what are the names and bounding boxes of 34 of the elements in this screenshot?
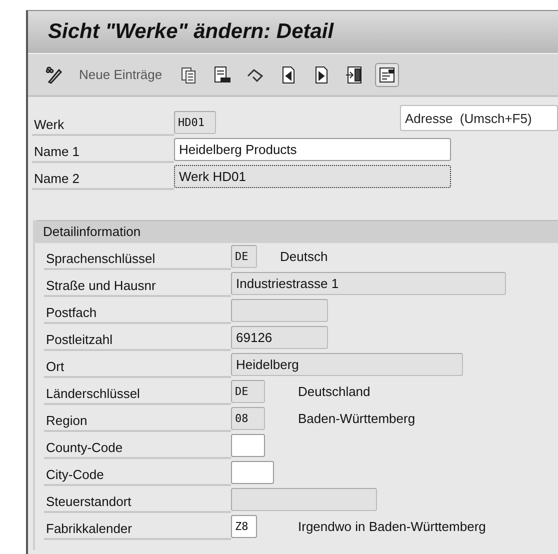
input-field[interactable]: 08 xyxy=(231,407,265,430)
window-title: Sicht "Werke" ändern: Detail xyxy=(48,20,334,44)
input-field[interactable]: Heidelberg xyxy=(231,353,463,376)
input-field[interactable]: Industriestrasse 1 xyxy=(231,272,506,295)
details-icon[interactable] xyxy=(375,62,400,86)
field-label: City-Code xyxy=(44,460,231,486)
input-field[interactable]: Werk HD01 xyxy=(174,165,451,188)
new-entries-button[interactable]: Neue Einträge xyxy=(79,67,162,82)
field-label: Straße und Hausnr xyxy=(44,270,231,296)
input-field[interactable] xyxy=(231,299,328,322)
field-label: Ort xyxy=(44,352,231,378)
field-label: Region xyxy=(44,406,231,432)
field-label: Steuerstandort xyxy=(44,486,231,512)
group-title: Detailinformation xyxy=(43,224,141,239)
field-description: Baden-Württemberg xyxy=(298,411,416,426)
field-label: County-Code xyxy=(44,432,231,458)
field-label: Länderschlüssel xyxy=(44,378,231,404)
input-field[interactable] xyxy=(231,461,274,484)
field-description: Deutschland xyxy=(298,384,370,399)
field-description: Irgendwo in Baden-Württemberg xyxy=(298,519,486,534)
field-label: Postleitzahl xyxy=(44,324,231,350)
field-label: Sprachenschlüssel xyxy=(44,244,231,270)
input-field[interactable]: 69126 xyxy=(231,326,328,349)
input-field[interactable]: HD01 xyxy=(174,111,216,134)
input-field[interactable]: Heidelberg Products xyxy=(174,138,451,161)
field-label: Postfach xyxy=(44,298,231,324)
field-description: Deutsch xyxy=(280,249,328,264)
input-field[interactable] xyxy=(231,488,377,511)
input-field[interactable]: DE xyxy=(231,380,265,403)
input-field[interactable]: DE xyxy=(231,245,257,268)
input-field[interactable] xyxy=(231,434,265,457)
address-button[interactable]: Adresse (Umsch+F5) xyxy=(400,105,558,131)
field-label: Fabrikkalender xyxy=(44,514,231,540)
input-field[interactable]: Z8 xyxy=(231,515,257,538)
